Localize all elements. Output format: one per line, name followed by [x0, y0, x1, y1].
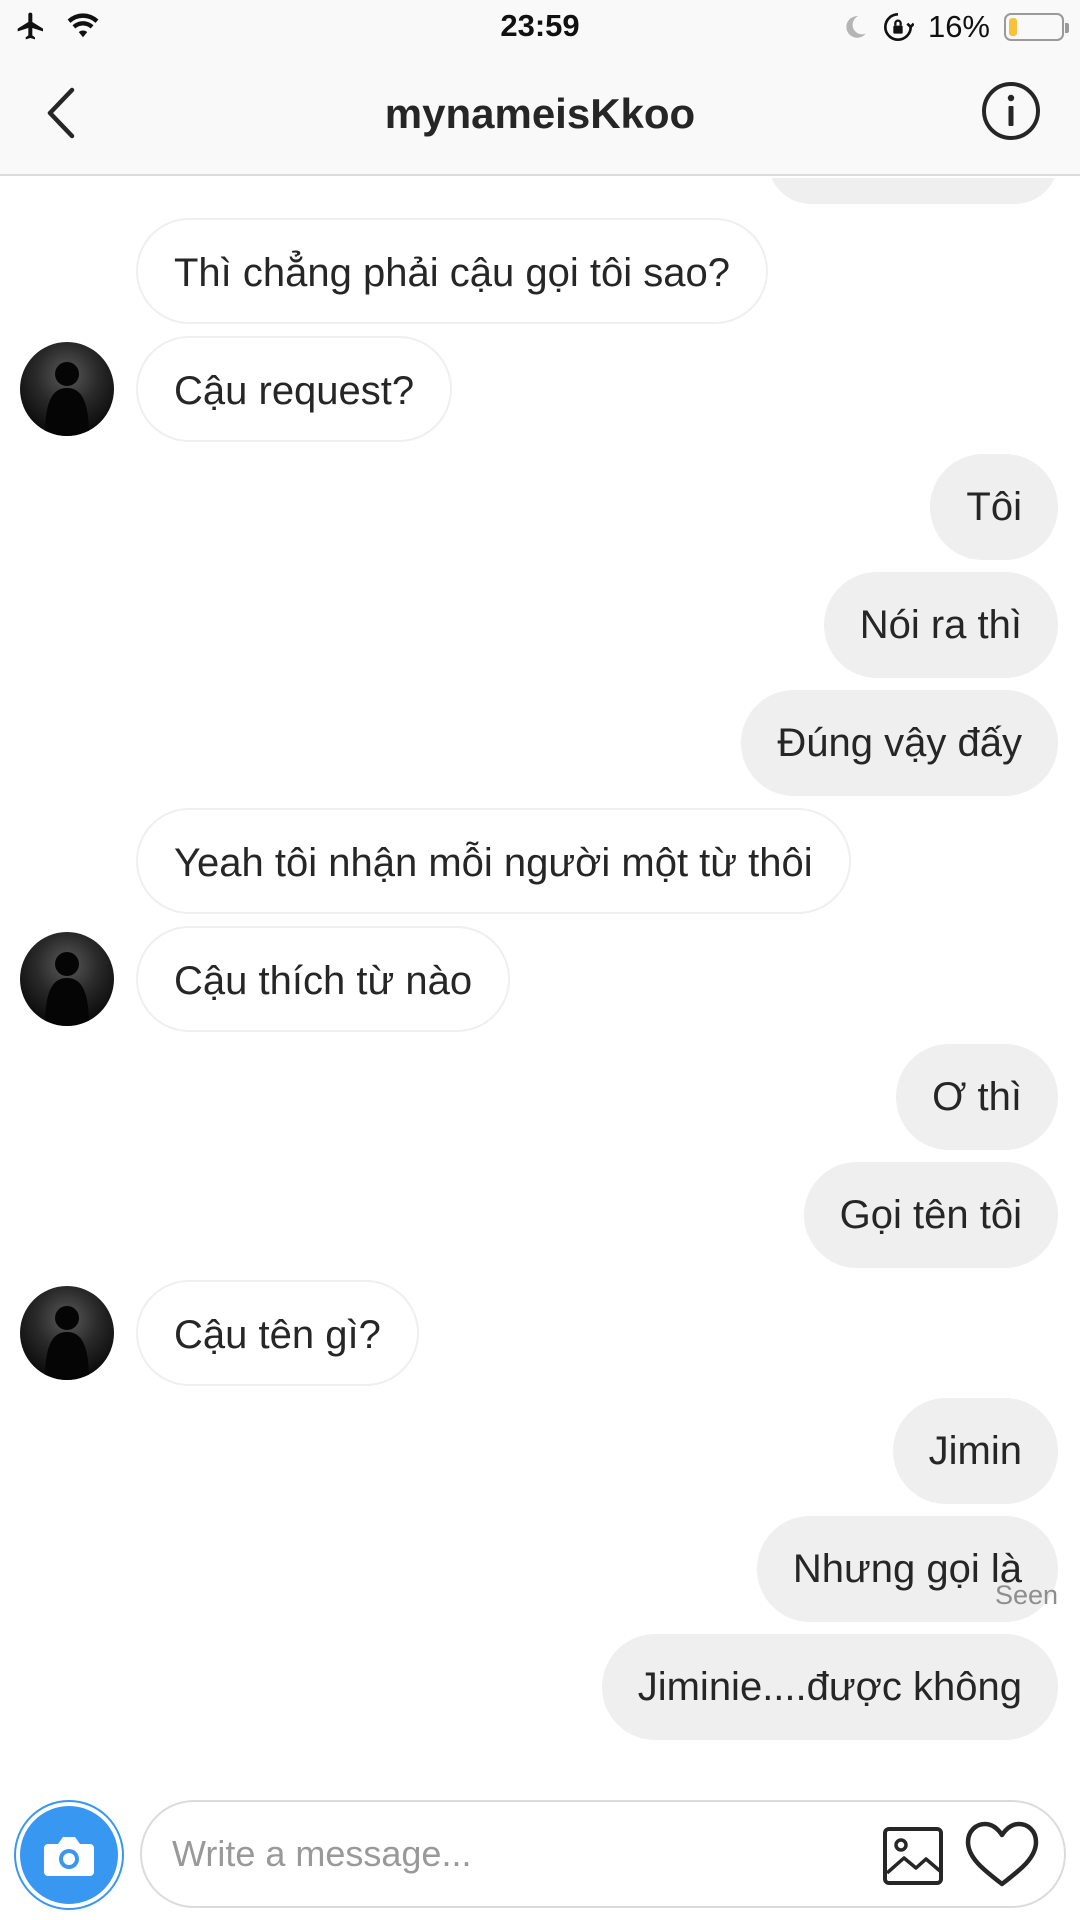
message-bubble-outgoing[interactable]: Nói ra thì — [823, 572, 1058, 678]
heart-icon — [965, 1821, 1039, 1887]
gallery-button[interactable] — [882, 1826, 944, 1886]
message-bubble-outgoing[interactable]: Gọi tên tôi — [803, 1162, 1058, 1268]
message-input[interactable] — [170, 1802, 850, 1906]
battery-level-fill — [1009, 18, 1018, 36]
message-composer — [0, 1790, 1080, 1920]
message-input-container — [140, 1800, 1066, 1908]
message-bubble-incoming[interactable]: Thì chẳng phải cậu gọi tôi sao? — [136, 218, 768, 324]
orientation-lock-icon — [883, 13, 914, 41]
battery-percentage: 16% — [927, 9, 990, 44]
camera-icon — [44, 1837, 94, 1876]
message-bubble-outgoing[interactable]: Đúng vậy đấy — [741, 690, 1058, 796]
message-bubble-outgoing[interactable]: Tôi — [930, 454, 1058, 560]
info-circle-icon — [982, 82, 1040, 140]
info-button[interactable] — [980, 80, 1042, 142]
message-list[interactable]: Thì chẳng phải cậu gọi tôi sao? Cậu reque… — [0, 178, 1080, 1756]
image-gallery-icon — [883, 1827, 943, 1885]
message-bubble-outgoing[interactable]: Jiminie....được không — [601, 1634, 1058, 1740]
avatar[interactable] — [20, 932, 114, 1026]
status-bar: 23:59 16% — [0, 0, 1080, 52]
seen-indicator: Seen — [994, 1580, 1058, 1610]
message-bubble-outgoing[interactable]: Ơ thì — [896, 1044, 1058, 1150]
do-not-disturb-moon-icon — [846, 16, 866, 38]
conversation-header: mynameisKkoo — [0, 52, 1080, 176]
message-bubble-incoming[interactable]: Cậu request? — [136, 336, 453, 442]
message-bubble-incoming[interactable]: Cậu thích từ nào — [136, 926, 511, 1032]
like-button[interactable] — [964, 1820, 1040, 1890]
battery-icon — [1004, 13, 1069, 41]
message-bubble-outgoing[interactable]: Jimin — [892, 1398, 1058, 1504]
conversation-title[interactable]: mynameisKkoo — [0, 90, 1080, 138]
avatar[interactable] — [20, 1286, 114, 1380]
message-bubble-incoming[interactable]: Cậu tên gì? — [136, 1280, 419, 1386]
message-bubble-partial[interactable] — [768, 178, 1058, 204]
camera-button[interactable] — [16, 1802, 122, 1908]
avatar[interactable] — [20, 342, 114, 436]
status-right-icons: 16% — [842, 9, 1069, 45]
message-bubble-incoming[interactable]: Yeah tôi nhận mỗi người một từ thôi — [136, 808, 851, 914]
